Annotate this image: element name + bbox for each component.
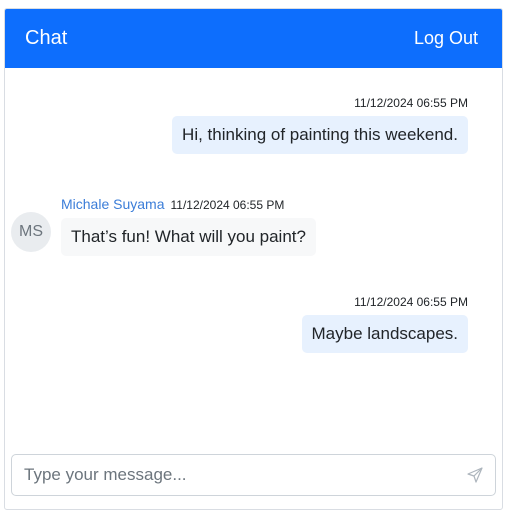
outgoing-message: 11/12/2024 06:55 PM Hi, thinking of pain… [172,96,468,154]
incoming-message-body: Michale Suyama 11/12/2024 06:55 PM That’… [61,196,316,256]
message-bubble: That’s fun! What will you paint? [61,218,316,256]
message-bubble: Maybe landscapes. [301,315,468,353]
avatar: MS [11,212,51,252]
sender-line: Michale Suyama 11/12/2024 06:55 PM [61,196,284,212]
message-input[interactable] [22,464,465,486]
send-icon[interactable] [465,465,485,485]
sender-name: Michale Suyama [61,196,165,212]
incoming-message: MS Michale Suyama 11/12/2024 06:55 PM Th… [11,196,316,256]
chat-window: Chat Log Out 11/12/2024 06:55 PM Hi, thi… [4,8,503,510]
logout-button[interactable]: Log Out [414,28,478,49]
message-bubble: Hi, thinking of painting this weekend. [172,116,468,154]
message-timestamp: 11/12/2024 06:55 PM [354,295,468,309]
chat-header: Chat Log Out [5,9,502,68]
message-timestamp: 11/12/2024 06:55 PM [354,96,468,110]
chat-title: Chat [25,27,68,49]
message-timestamp: 11/12/2024 06:55 PM [170,198,285,212]
message-list: 11/12/2024 06:55 PM Hi, thinking of pain… [5,68,502,445]
message-composer [11,454,496,496]
outgoing-message: 11/12/2024 06:55 PM Maybe landscapes. [301,295,468,353]
